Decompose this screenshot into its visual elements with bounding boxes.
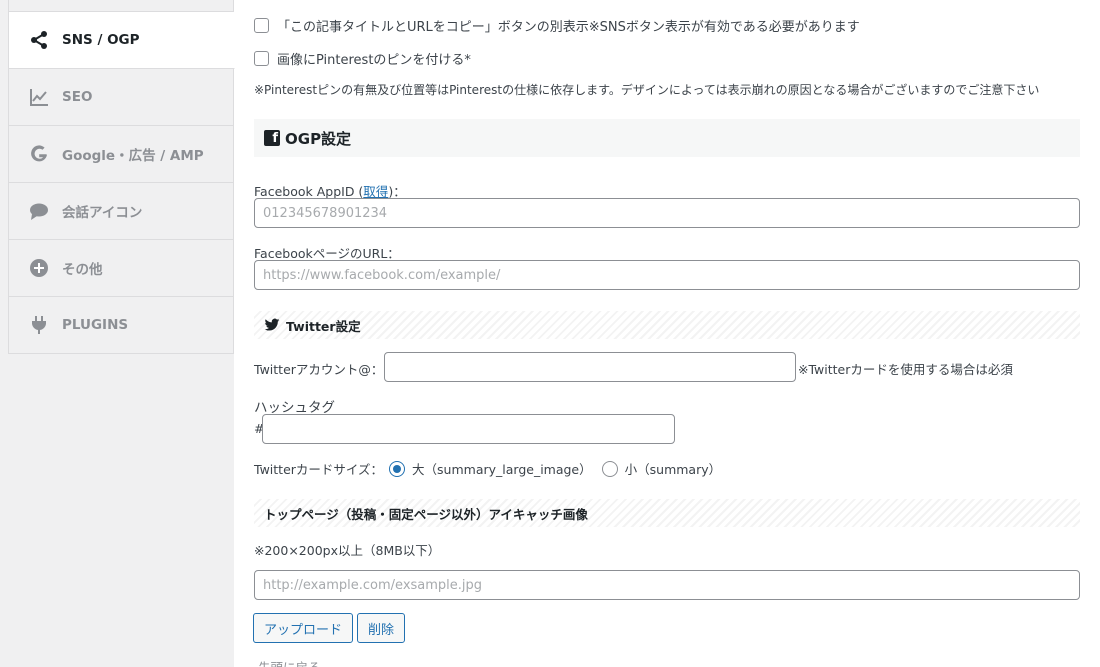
back-to-top-link[interactable]: 先頭に戻る bbox=[258, 657, 321, 667]
tab-sns-ogp[interactable]: SNS / OGP bbox=[8, 12, 235, 69]
eyecatch-section-heading: トップページ（投稿・固定ページ以外）アイキャッチ画像 bbox=[254, 499, 1080, 527]
pinterest-option[interactable]: 画像にPinterestのピンを付ける* bbox=[254, 49, 471, 68]
pinterest-note: ※Pinterestピンの有無及び位置等はPinterestの仕様に依存します。… bbox=[254, 83, 1040, 97]
card-size-row: Twitterカードサイズ： 大（summary_large_image） 小（… bbox=[254, 459, 721, 478]
settings-sidebar: SNS / OGP SEO Google・広告 / AMP 会話アイコン その他 bbox=[0, 0, 235, 667]
eyecatch-size-note: ※200×200px以上（8MB以下） bbox=[254, 543, 441, 558]
tab-plugins[interactable]: PLUGINS bbox=[8, 297, 234, 354]
tab-other[interactable]: その他 bbox=[8, 240, 234, 297]
google-icon bbox=[29, 144, 49, 164]
fb-appid-label-suffix: )： bbox=[388, 184, 406, 199]
tab-google-ads-amp[interactable]: Google・広告 / AMP bbox=[8, 126, 234, 183]
tab-label: その他 bbox=[62, 262, 103, 278]
fb-page-url-input[interactable] bbox=[254, 260, 1080, 290]
card-large-radio[interactable] bbox=[389, 460, 406, 477]
hashtag-input[interactable] bbox=[262, 414, 675, 444]
ogp-section-heading: f OGP設定 bbox=[254, 119, 1080, 157]
fb-appid-get-link[interactable]: 取得 bbox=[363, 184, 388, 199]
twitter-account-label: Twitterアカウント@： bbox=[254, 362, 384, 377]
card-small-label: 小（summary） bbox=[624, 462, 722, 477]
twitter-account-input[interactable] bbox=[384, 352, 796, 382]
hashtag-label: ハッシュタグ bbox=[254, 400, 335, 416]
pinterest-checkbox[interactable] bbox=[254, 51, 269, 66]
ogp-heading-text: OGP設定 bbox=[285, 129, 352, 148]
tab-label: 会話アイコン bbox=[62, 205, 143, 221]
chart-line-icon bbox=[29, 87, 49, 107]
twitter-section-heading: Twitter設定 bbox=[254, 311, 1080, 339]
tab-speech-icon[interactable]: 会話アイコン bbox=[8, 183, 234, 240]
pinterest-option-label: 画像にPinterestのピンを付ける* bbox=[277, 53, 471, 68]
share-icon bbox=[29, 30, 49, 50]
tab-label: SNS / OGP bbox=[62, 32, 140, 48]
tab-label: PLUGINS bbox=[62, 317, 129, 333]
card-small-radio[interactable] bbox=[601, 460, 618, 477]
twitter-heading-text: Twitter設定 bbox=[286, 318, 361, 334]
tab-seo[interactable]: SEO bbox=[8, 69, 234, 126]
copy-button-option[interactable]: 「この記事タイトルとURLをコピー」ボタンの別表示※SNSボタン表示が有効である… bbox=[254, 16, 860, 35]
card-size-label: Twitterカードサイズ： bbox=[254, 462, 384, 477]
tab-label: Google・広告 / AMP bbox=[62, 148, 204, 164]
fb-appid-input[interactable] bbox=[254, 198, 1080, 228]
fb-appid-label-prefix: Facebook AppID ( bbox=[254, 184, 364, 199]
plus-circle-icon bbox=[29, 258, 49, 278]
plug-icon bbox=[29, 315, 49, 335]
twitter-account-note: ※Twitterカードを使用する場合は必須 bbox=[798, 362, 1013, 377]
card-large-label: 大（summary_large_image） bbox=[412, 462, 592, 477]
eyecatch-url-input[interactable] bbox=[254, 570, 1080, 600]
copy-button-option-label: 「この記事タイトルとURLをコピー」ボタンの別表示※SNSボタン表示が有効である… bbox=[277, 20, 860, 35]
settings-tabs: SNS / OGP SEO Google・広告 / AMP 会話アイコン その他 bbox=[8, 0, 235, 354]
delete-button[interactable]: 削除 bbox=[357, 613, 405, 643]
facebook-icon: f bbox=[264, 130, 280, 146]
twitter-icon bbox=[264, 318, 280, 331]
copy-button-checkbox[interactable] bbox=[254, 18, 269, 33]
eyecatch-heading-text: トップページ（投稿・固定ページ以外）アイキャッチ画像 bbox=[264, 506, 588, 522]
upload-button[interactable]: アップロード bbox=[253, 613, 353, 643]
tab-spacer bbox=[8, 0, 234, 12]
tab-label: SEO bbox=[62, 89, 93, 105]
speech-bubble-icon bbox=[29, 201, 49, 221]
